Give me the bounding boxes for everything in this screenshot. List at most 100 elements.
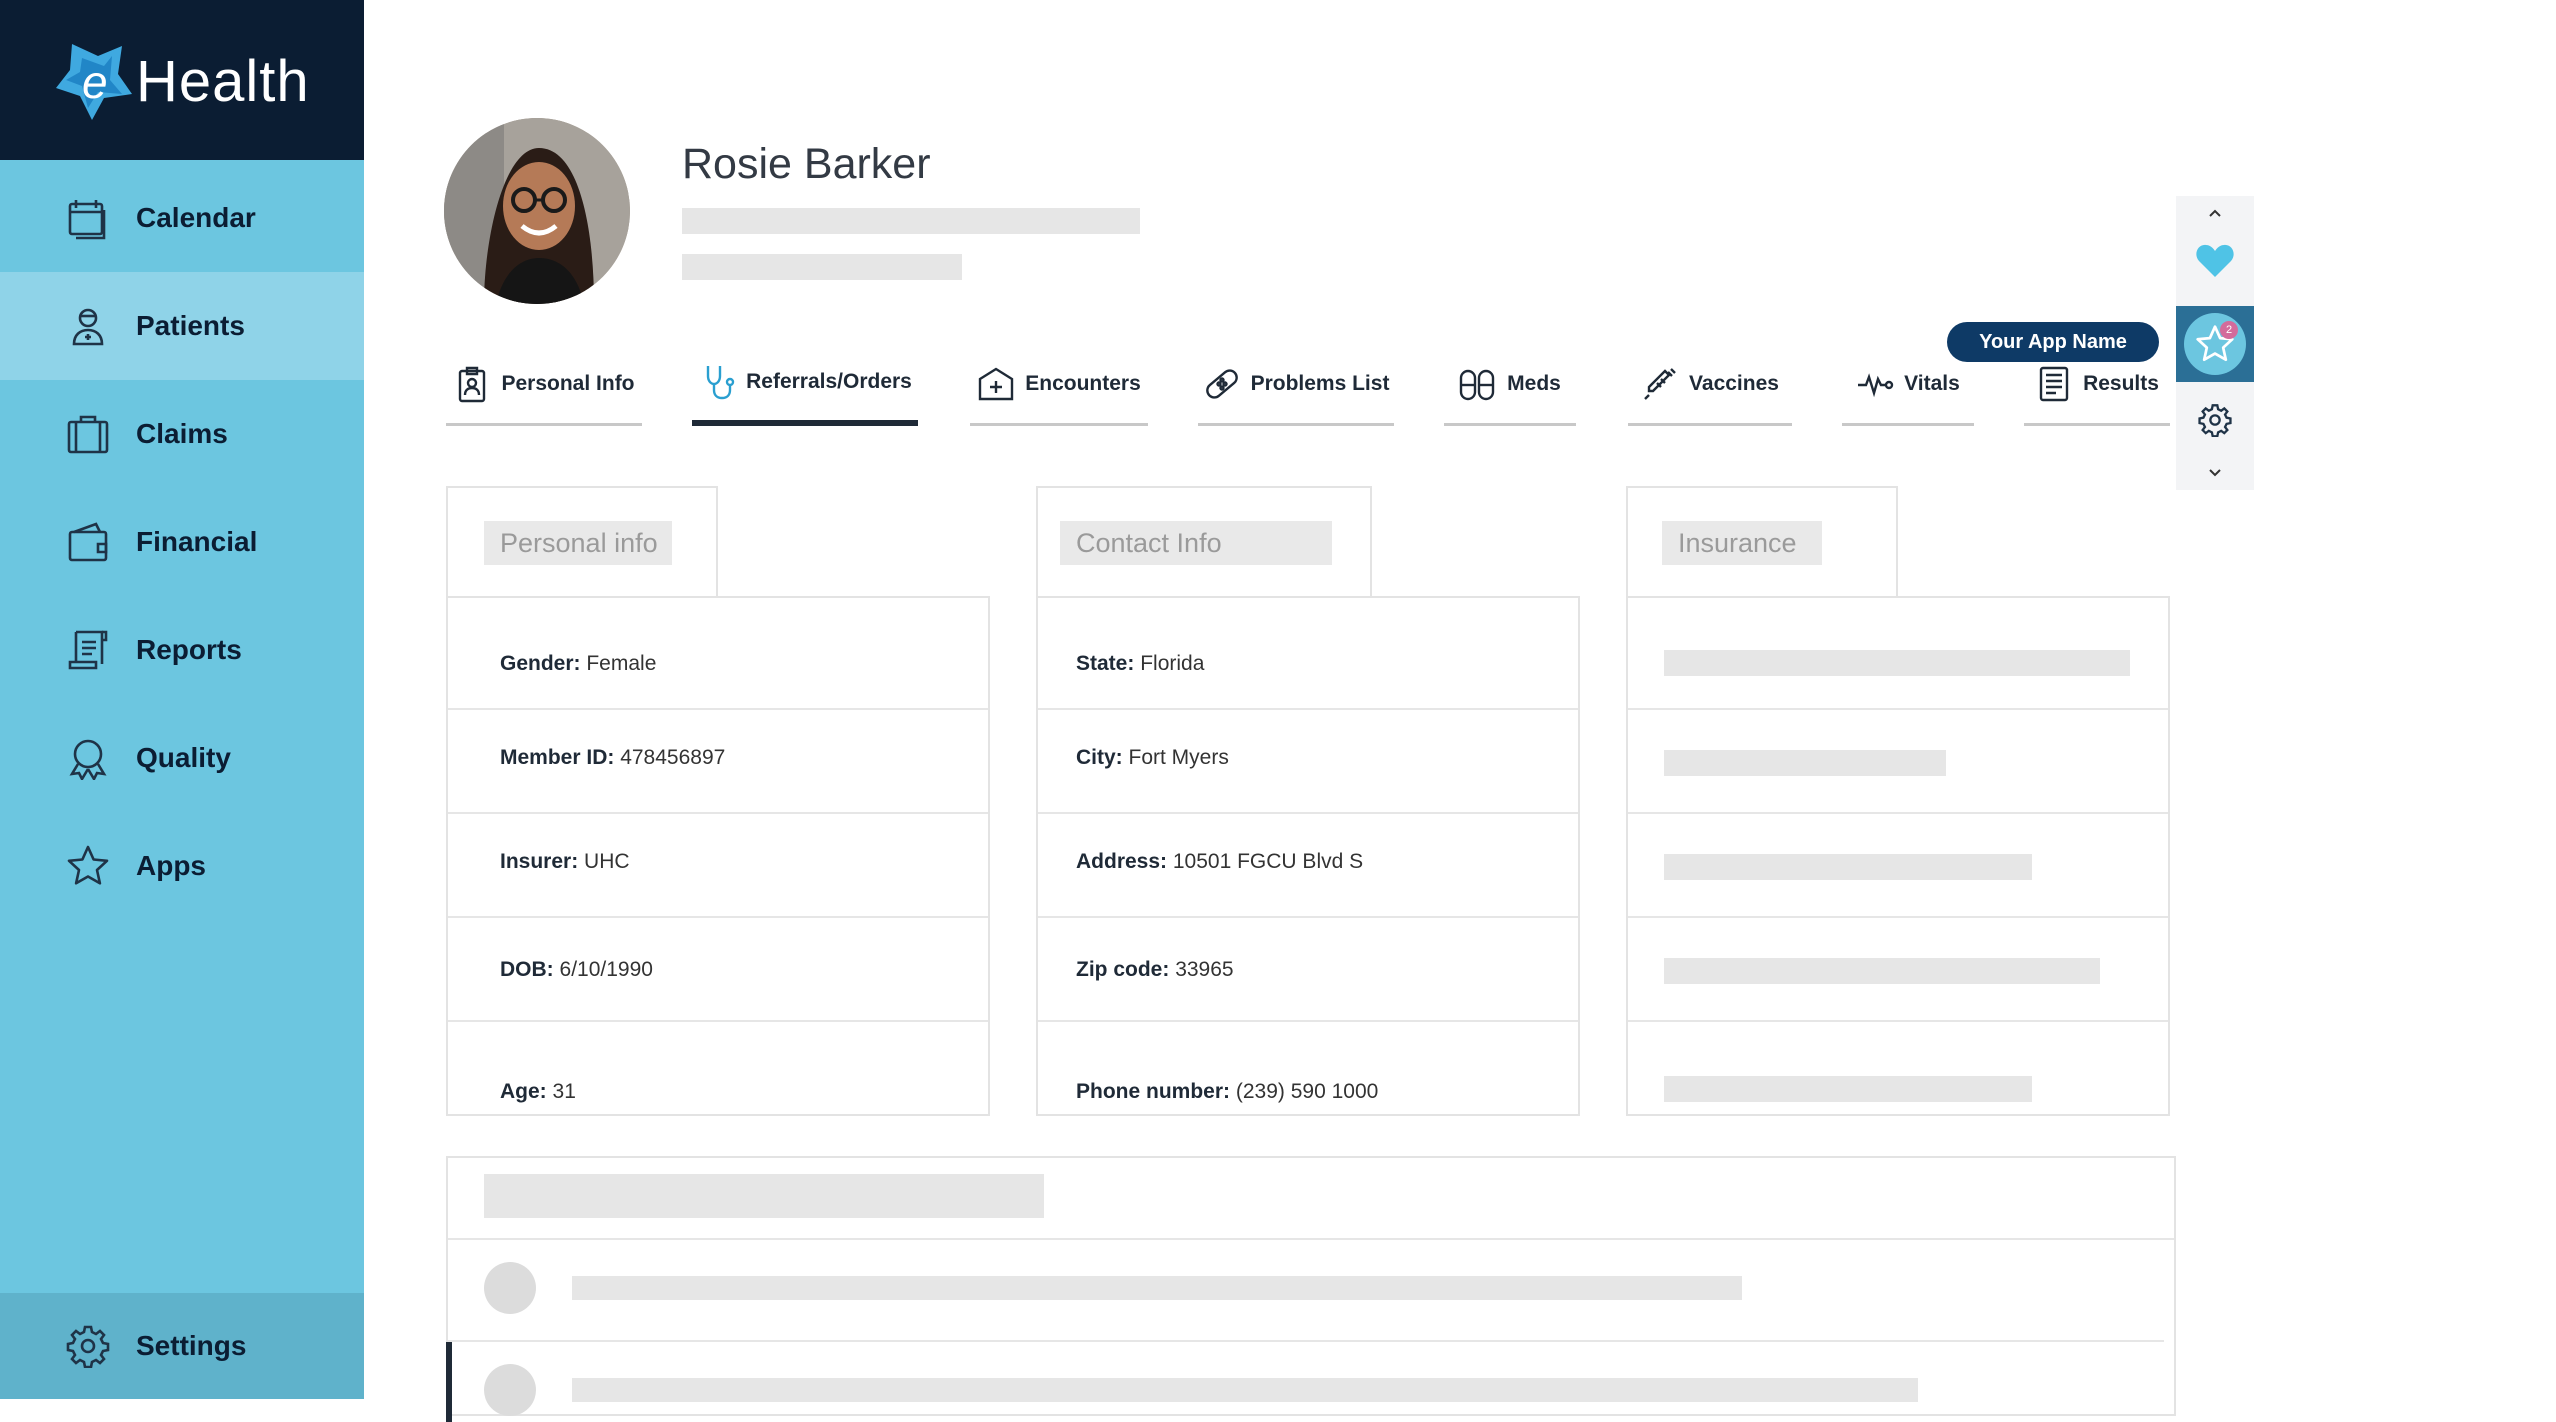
field-label: DOB: (500, 958, 554, 981)
sidebar-item-quality[interactable]: Quality (0, 704, 364, 812)
card-body (1626, 596, 2170, 1116)
sidebar: e Health Calendar Patients Claims Financ… (0, 0, 364, 1399)
sidebar-item-label: Apps (136, 850, 206, 881)
field-label: State: (1076, 652, 1135, 675)
brand-name: Health (136, 49, 310, 114)
tab-label: Problems List (1250, 371, 1390, 395)
placeholder-bar (572, 1276, 1742, 1300)
app-name-badge: Your App Name (1947, 322, 2159, 362)
placeholder-bar (1664, 958, 2100, 984)
logo-bar: e Health (0, 0, 364, 160)
tab-results[interactable]: Results (2024, 360, 2170, 426)
notification-count: 2 (2220, 321, 2238, 339)
ehealth-logo-icon: e (56, 44, 132, 120)
info-row: Phone number: (239) 590 1000 (1038, 1022, 1578, 1114)
heart-icon (2196, 244, 2234, 277)
gear-icon (2198, 404, 2232, 437)
field-value: 31 (552, 1080, 576, 1103)
field-value: 33965 (1175, 958, 1234, 981)
tab-referrals-orders[interactable]: Referrals/Orders (692, 360, 918, 426)
field-label: Zip code: (1076, 958, 1170, 981)
pills-icon (1459, 369, 1495, 400)
tab-label: Vitals (1904, 371, 1960, 395)
placeholder-bar (1664, 854, 2032, 880)
app-settings-button[interactable] (2176, 392, 2254, 448)
info-row: Member ID: 478456897 (448, 710, 988, 814)
patient-avatar (444, 118, 630, 304)
info-row (1628, 814, 2168, 918)
contact-info-card: Contact Info State: Florida City: Fort M… (1036, 486, 1580, 1116)
insurance-card: Insurance (1626, 486, 2170, 1116)
tab-personal-info[interactable]: Personal Info (446, 360, 642, 426)
chevron-up-icon (2209, 209, 2221, 217)
tab-label: Vaccines (1689, 371, 1779, 395)
patient-icon (72, 308, 104, 346)
field-value: 10501 FGCU Blvd S (1172, 850, 1364, 873)
field-value: Female (586, 652, 657, 675)
tab-label: Referrals/Orders (746, 370, 912, 393)
selection-indicator (446, 1342, 452, 1422)
report-icon (68, 630, 108, 670)
card-body: Gender: Female Member ID: 478456897 Insu… (446, 596, 990, 1116)
tab-label: Meds (1507, 371, 1561, 395)
syringe-icon (1644, 367, 1676, 400)
field-label: Age: (500, 1080, 547, 1103)
sidebar-item-label: Patients (136, 310, 245, 341)
sidebar-item-label: Claims (136, 418, 228, 449)
calendar-icon (68, 200, 106, 240)
field-value: (239) 590 1000 (1235, 1080, 1379, 1103)
pulse-icon (1858, 372, 1894, 397)
sidebar-item-label: Quality (136, 742, 231, 773)
tab-vitals[interactable]: Vitals (1842, 360, 1974, 426)
tab-label: Encounters (1025, 371, 1141, 395)
scroll-down-button[interactable] (2176, 456, 2254, 490)
info-row (1628, 1022, 2168, 1114)
app-star-circle: 2 (2184, 313, 2246, 375)
placeholder-bar (572, 1378, 1918, 1402)
info-row: Zip code: 33965 (1038, 918, 1578, 1022)
field-label: Insurer: (500, 850, 579, 873)
field-label: Address: (1076, 850, 1168, 873)
card-tab: Contact Info (1036, 486, 1372, 598)
activity-panel (446, 1156, 2176, 1422)
card-tab: Personal info (446, 486, 718, 598)
tab-encounters[interactable]: Encounters (970, 360, 1148, 426)
favorite-app-button[interactable] (2176, 236, 2254, 286)
tab-problems-list[interactable]: Problems List (1198, 360, 1394, 426)
card-title: Personal info (484, 521, 672, 565)
field-label: City: (1076, 746, 1123, 769)
field-value: UHC (584, 850, 630, 873)
your-app-button[interactable]: 2 (2176, 306, 2254, 382)
field-label: Gender: (500, 652, 581, 675)
tab-meds[interactable]: Meds (1444, 360, 1576, 426)
sidebar-item-claims[interactable]: Claims (0, 380, 364, 488)
sidebar-item-financial[interactable]: Financial (0, 488, 364, 596)
placeholder-bar (1664, 750, 1946, 776)
field-value: Florida (1140, 652, 1205, 675)
info-row: Insurer: UHC (448, 814, 988, 918)
placeholder-bar (682, 208, 1140, 234)
sidebar-item-apps[interactable]: Apps (0, 812, 364, 920)
field-label: Phone number: (1076, 1080, 1231, 1103)
stethoscope-icon (706, 366, 735, 400)
sidebar-item-reports[interactable]: Reports (0, 596, 364, 704)
placeholder-bar (1664, 1076, 2032, 1102)
sidebar-item-settings[interactable]: Settings (0, 1293, 364, 1399)
sidebar-item-patients[interactable]: Patients (0, 272, 364, 380)
info-row: Age: 31 (448, 1022, 988, 1114)
id-badge-icon (459, 366, 486, 402)
sidebar-item-calendar[interactable]: Calendar (0, 164, 364, 272)
divider (448, 1238, 2174, 1240)
info-row (1628, 598, 2168, 710)
info-row (1628, 918, 2168, 1022)
card-title: Insurance (1662, 521, 1822, 565)
tab-label: Personal Info (501, 371, 635, 395)
placeholder-title (484, 1174, 1044, 1218)
sidebar-item-label: Settings (136, 1330, 247, 1361)
field-value: Fort Myers (1128, 746, 1229, 769)
field-value: 478456897 (620, 746, 726, 769)
tab-vaccines[interactable]: Vaccines (1628, 360, 1792, 426)
scroll-up-button[interactable] (2176, 196, 2254, 230)
info-row: DOB: 6/10/1990 (448, 918, 988, 1022)
placeholder-bar (1664, 650, 2130, 676)
